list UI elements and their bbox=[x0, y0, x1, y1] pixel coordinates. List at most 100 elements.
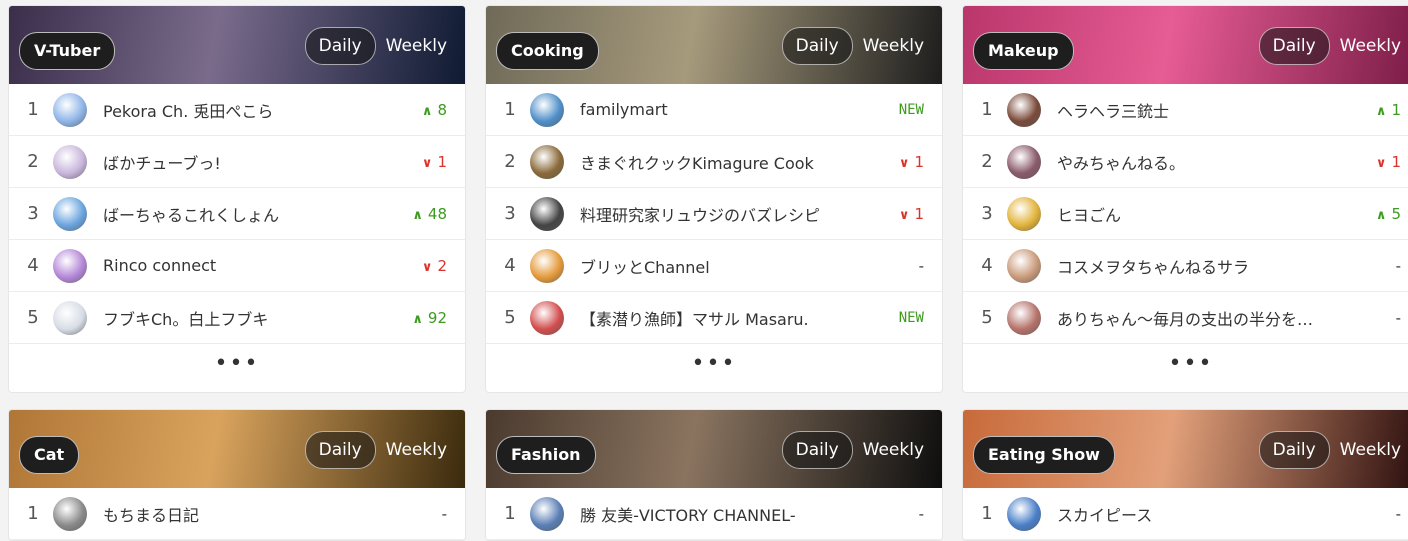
channel-avatar[interactable] bbox=[53, 92, 87, 127]
channel-row[interactable]: 1 スカイピース - bbox=[963, 488, 1408, 540]
channel-row[interactable]: 3 ばーちゃるこれくしょん ∧ 48 bbox=[9, 188, 465, 240]
channel-name[interactable]: Pekora Ch. 兎田ぺこら bbox=[103, 98, 385, 122]
channel-row[interactable]: 4 Rinco connect ∨ 2 bbox=[9, 240, 465, 292]
channel-row[interactable]: 3 料理研究家リュウジのバズレシピ ∨ 1 bbox=[486, 188, 942, 240]
channel-row[interactable]: 3 ヒヨごん ∧ 5 bbox=[963, 188, 1408, 240]
category-badge[interactable]: V-Tuber bbox=[19, 32, 116, 70]
more-button[interactable]: ••• bbox=[963, 344, 1408, 392]
channel-name[interactable]: もちまる日記 bbox=[103, 502, 385, 526]
channel-avatar[interactable] bbox=[1007, 496, 1041, 531]
channel-name[interactable]: 料理研究家リュウジのバズレシピ bbox=[580, 202, 862, 226]
rank-number: 1 bbox=[27, 99, 39, 120]
ranking-grid: V-Tuber Daily Weekly 1 Pekora Ch. 兎田ぺこら ∧ 8 2 ばか… bbox=[0, 0, 1408, 541]
ranking-card: V-Tuber Daily Weekly 1 Pekora Ch. 兎田ぺこら ∧ 8 2 ばか… bbox=[8, 5, 466, 393]
card-header: Fashion Daily Weekly bbox=[486, 410, 942, 488]
channel-name[interactable]: ありちゃん〜毎月の支出の半分を… bbox=[1057, 306, 1339, 330]
weekly-button[interactable]: Weekly bbox=[376, 36, 457, 56]
rank-number: 3 bbox=[504, 203, 516, 224]
category-badge[interactable]: Eating Show bbox=[973, 436, 1115, 474]
rank-number: 4 bbox=[27, 255, 39, 276]
channel-name[interactable]: スカイピース bbox=[1057, 502, 1339, 526]
more-button[interactable]: ••• bbox=[486, 344, 942, 392]
channel-name[interactable]: familymart bbox=[580, 100, 862, 119]
card-header: Makeup Daily Weekly bbox=[963, 6, 1408, 84]
weekly-button[interactable]: Weekly bbox=[853, 440, 934, 460]
daily-button[interactable]: Daily bbox=[781, 431, 853, 469]
channel-name[interactable]: フブキCh。白上フブキ bbox=[103, 306, 385, 330]
channel-row[interactable]: 2 やみちゃんねる。 ∨ 1 bbox=[963, 136, 1408, 188]
channel-avatar[interactable] bbox=[530, 92, 564, 127]
period-toggle: Daily Weekly bbox=[304, 27, 457, 65]
channel-name[interactable]: きまぐれクックKimagure Cook bbox=[580, 150, 862, 174]
channel-avatar[interactable] bbox=[1007, 92, 1041, 127]
rank-change: ∧ 8 bbox=[385, 101, 465, 119]
period-toggle: Daily Weekly bbox=[304, 431, 457, 469]
channel-row[interactable]: 2 きまぐれクックKimagure Cook ∨ 1 bbox=[486, 136, 942, 188]
channel-avatar[interactable] bbox=[530, 144, 564, 179]
weekly-button[interactable]: Weekly bbox=[376, 440, 457, 460]
channel-avatar[interactable] bbox=[53, 248, 87, 283]
channel-name[interactable]: 【素潜り漁師】マサル Masaru. bbox=[580, 306, 862, 330]
daily-button[interactable]: Daily bbox=[304, 431, 376, 469]
channel-row[interactable]: 4 ブリッとChannel - bbox=[486, 240, 942, 292]
more-button[interactable]: ••• bbox=[9, 344, 465, 392]
card-header: Cooking Daily Weekly bbox=[486, 6, 942, 84]
weekly-button[interactable]: Weekly bbox=[853, 36, 934, 56]
channel-row[interactable]: 5 フブキCh。白上フブキ ∧ 92 bbox=[9, 292, 465, 344]
card-header: V-Tuber Daily Weekly bbox=[9, 6, 465, 84]
category-badge[interactable]: Cooking bbox=[496, 32, 599, 70]
rank-change: ∨ 1 bbox=[1339, 153, 1408, 171]
card-header: Eating Show Daily Weekly bbox=[963, 410, 1408, 488]
channel-avatar[interactable] bbox=[53, 144, 87, 179]
channel-row[interactable]: 2 ばかチューブっ! ∨ 1 bbox=[9, 136, 465, 188]
rank-change-value: 1 bbox=[437, 152, 447, 171]
category-badge[interactable]: Makeup bbox=[973, 32, 1074, 70]
channel-name[interactable]: 勝 友美-VICTORY CHANNEL- bbox=[580, 502, 862, 526]
channel-name[interactable]: ばーちゃるこれくしょん bbox=[103, 202, 385, 226]
channel-name[interactable]: ブリッとChannel bbox=[580, 254, 862, 278]
channel-avatar[interactable] bbox=[53, 196, 87, 231]
rank-change: - bbox=[862, 505, 942, 523]
weekly-button[interactable]: Weekly bbox=[1330, 36, 1408, 56]
ranking-card: Fashion Daily Weekly 1 勝 友美-VICTORY CHANNEL-… bbox=[485, 409, 943, 541]
channel-row[interactable]: 1 familymart NEW bbox=[486, 84, 942, 136]
category-badge[interactable]: Fashion bbox=[496, 436, 596, 474]
weekly-button[interactable]: Weekly bbox=[1330, 440, 1408, 460]
channel-row[interactable]: 4 コスメヲタちゃんねるサラ - bbox=[963, 240, 1408, 292]
channel-row[interactable]: 1 勝 友美-VICTORY CHANNEL- - bbox=[486, 488, 942, 540]
channel-name[interactable]: ヒヨごん bbox=[1057, 202, 1339, 226]
category-badge[interactable]: Cat bbox=[19, 436, 80, 474]
channel-name[interactable]: Rinco connect bbox=[103, 256, 385, 275]
channel-name[interactable]: ヘラヘラ三銃士 bbox=[1057, 98, 1339, 122]
channel-name[interactable]: ばかチューブっ! bbox=[103, 150, 385, 174]
daily-button[interactable]: Daily bbox=[1258, 431, 1330, 469]
channel-avatar[interactable] bbox=[53, 496, 87, 531]
rank-change: ∨ 1 bbox=[862, 153, 942, 171]
channel-row[interactable]: 5 ありちゃん〜毎月の支出の半分を… - bbox=[963, 292, 1408, 344]
rank-change-value: - bbox=[918, 256, 924, 275]
channel-name[interactable]: コスメヲタちゃんねるサラ bbox=[1057, 254, 1339, 278]
channel-row[interactable]: 5 【素潜り漁師】マサル Masaru. NEW bbox=[486, 292, 942, 344]
daily-button[interactable]: Daily bbox=[781, 27, 853, 65]
channel-row[interactable]: 1 Pekora Ch. 兎田ぺこら ∧ 8 bbox=[9, 84, 465, 136]
rank-change: - bbox=[1339, 257, 1408, 275]
channel-avatar[interactable] bbox=[1007, 196, 1041, 231]
channel-avatar[interactable] bbox=[1007, 248, 1041, 283]
rank-number: 3 bbox=[981, 203, 993, 224]
channel-row[interactable]: 1 もちまる日記 - bbox=[9, 488, 465, 540]
channel-avatar[interactable] bbox=[530, 196, 564, 231]
rank-number: 2 bbox=[27, 151, 39, 172]
channel-avatar[interactable] bbox=[530, 248, 564, 283]
rank-change-value: - bbox=[1395, 308, 1401, 327]
channel-avatar[interactable] bbox=[530, 496, 564, 531]
rank-change: NEW bbox=[862, 102, 942, 118]
daily-button[interactable]: Daily bbox=[1258, 27, 1330, 65]
channel-avatar[interactable] bbox=[53, 300, 87, 335]
channel-avatar[interactable] bbox=[530, 300, 564, 335]
channel-row[interactable]: 1 ヘラヘラ三銃士 ∧ 1 bbox=[963, 84, 1408, 136]
daily-button[interactable]: Daily bbox=[304, 27, 376, 65]
channel-avatar[interactable] bbox=[1007, 144, 1041, 179]
chevron-down-icon: ∨ bbox=[1375, 155, 1387, 171]
channel-name[interactable]: やみちゃんねる。 bbox=[1057, 150, 1339, 174]
channel-avatar[interactable] bbox=[1007, 300, 1041, 335]
